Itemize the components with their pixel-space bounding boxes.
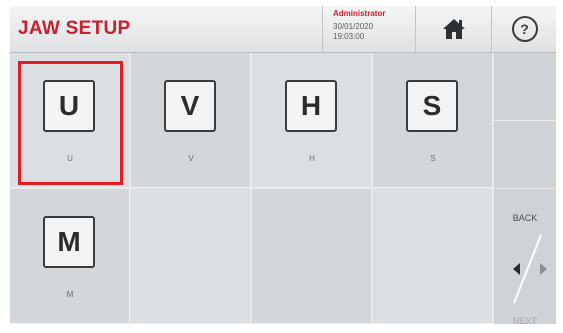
empty-slot (373, 189, 493, 324)
jaw-button-m[interactable]: M M (10, 189, 130, 324)
jaw-button-v[interactable]: V V (131, 53, 251, 188)
jaw-label-h: H (309, 154, 315, 163)
home-button[interactable] (415, 6, 492, 52)
jaw-button-s[interactable]: S S (373, 53, 493, 188)
jaw-label-u: U (67, 154, 73, 163)
date-display: 30/01/2020 (333, 22, 374, 31)
next-label: NEXT (512, 316, 537, 324)
jaw-icon-s: S (406, 80, 458, 132)
user-info: Administrator 30/01/2020 19:03:00 (322, 6, 416, 52)
time-display: 19:03:00 (333, 32, 365, 41)
jaw-grid: U U V V H H S S M M (10, 53, 494, 324)
empty-slot (131, 189, 251, 324)
back-button[interactable] (494, 231, 528, 307)
screen: JAW SETUP Administrator 30/01/2020 19:03… (10, 6, 556, 324)
back-label: BACK (512, 213, 538, 223)
help-button[interactable]: ? (491, 6, 556, 52)
jaw-button-h[interactable]: H H (252, 53, 372, 188)
jaw-label-m: M (66, 290, 74, 299)
nav-arrows (494, 231, 547, 307)
jaw-icon-h: H (285, 80, 337, 132)
jaw-label-v: V (188, 154, 194, 163)
side-slot (494, 53, 556, 121)
jaw-button-u[interactable]: U U (10, 53, 130, 188)
page-title: JAW SETUP (18, 18, 131, 39)
jaw-icon-m: M (43, 216, 95, 268)
user-role: Administrator (333, 9, 386, 18)
header-bar: JAW SETUP Administrator 30/01/2020 19:03… (10, 6, 556, 53)
side-nav: BACK NEXT (494, 53, 556, 324)
jaw-icon-v: V (164, 80, 216, 132)
jaw-label-s: S (430, 154, 436, 163)
home-icon (443, 19, 465, 39)
jaw-icon-u: U (43, 80, 95, 132)
empty-slot (252, 189, 372, 324)
help-icon: ? (511, 16, 538, 42)
side-slot (494, 121, 556, 189)
